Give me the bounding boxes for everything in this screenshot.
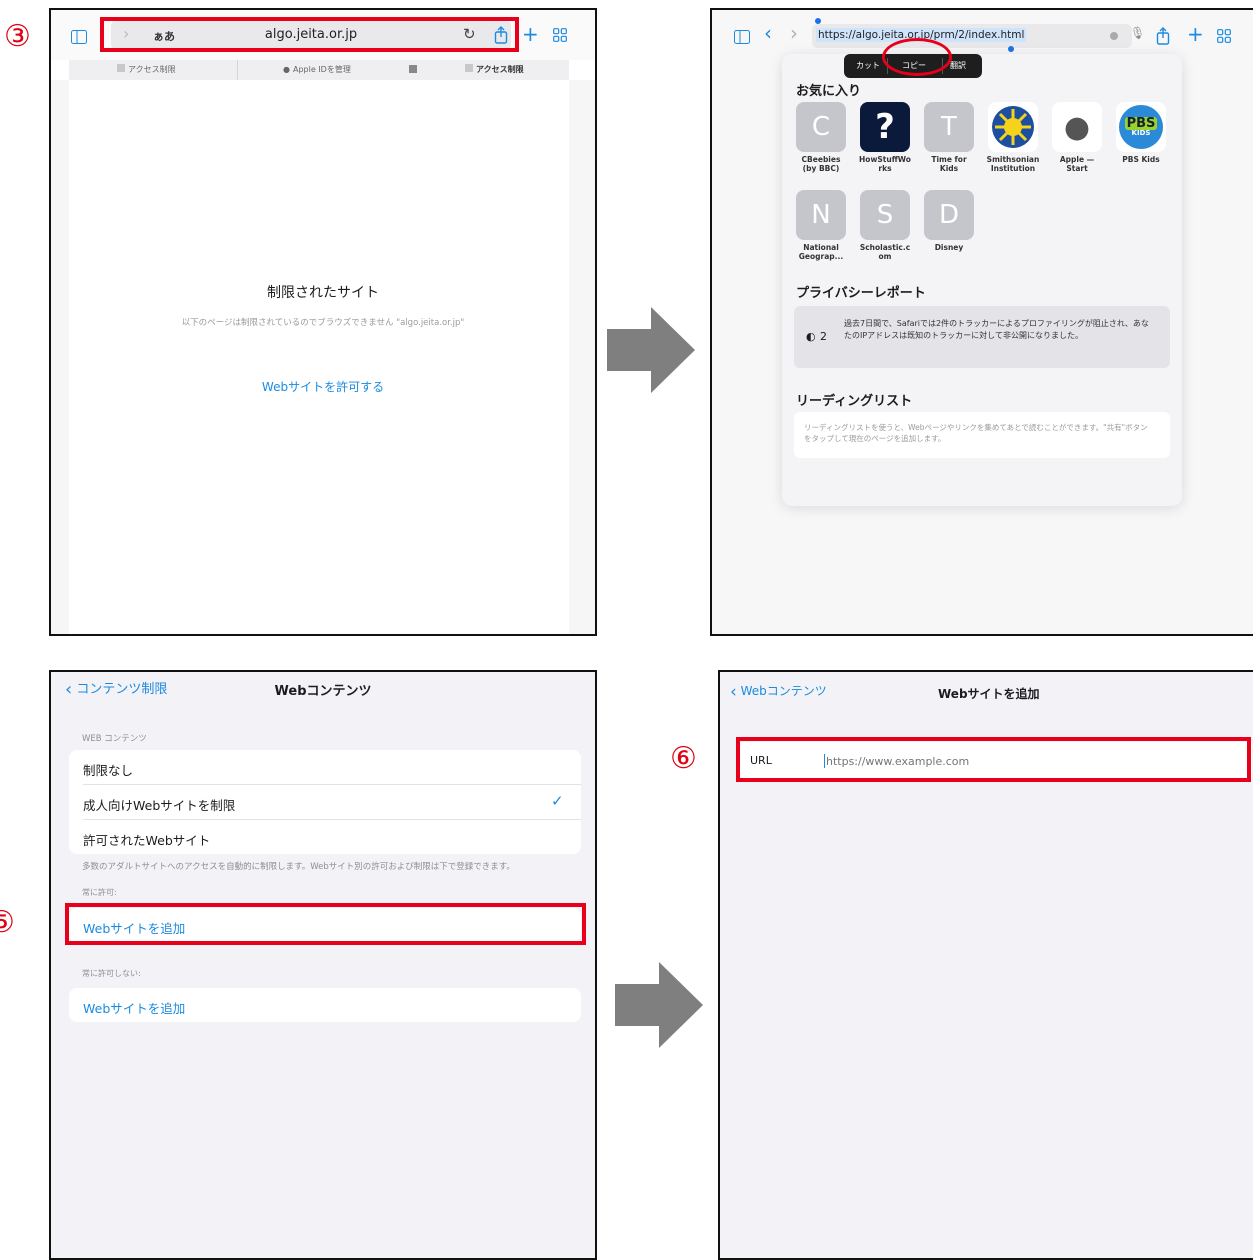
address-field[interactable]: https://algo.jeita.or.jp/prm/2/index.htm… [812, 18, 1132, 52]
bookmark-item[interactable]: アクセス制限 [465, 64, 524, 75]
question-mark-icon: ? [860, 102, 910, 152]
web-content-options: 制限なし 成人向けWebサイトを制限 ✓ 許可されたWebサイト [69, 750, 581, 854]
bookmark-icon [465, 64, 473, 72]
back-icon[interactable]: ‹ [764, 21, 772, 45]
microphone-icon[interactable]: 🎙 [1130, 26, 1145, 40]
favorite-item[interactable]: Smithsonian Institution [987, 102, 1044, 173]
new-tab-icon[interactable]: + [1187, 22, 1204, 46]
restricted-title: 制限されたサイト [267, 285, 379, 301]
cut-menu-item[interactable]: カット [856, 60, 880, 71]
allow-website-link[interactable]: Webサイトを許可する [51, 378, 595, 395]
clear-icon[interactable] [1110, 32, 1118, 40]
new-tab-icon[interactable]: + [522, 22, 539, 46]
translate-menu-item[interactable]: 翻訳 [950, 60, 966, 71]
apple-logo-icon: ● [1052, 102, 1102, 152]
chevron-left-icon: ‹ [730, 682, 737, 702]
reading-list-card[interactable]: リーディングリストを使うと、Webページやリンクを集めてあとで読むことができます… [794, 412, 1170, 458]
tab-overview-icon[interactable] [1217, 29, 1231, 43]
favorite-item[interactable]: C CBeebies (by BBC) [796, 102, 852, 173]
bookmark-icon [117, 64, 125, 72]
selection-handle[interactable] [815, 18, 821, 24]
highlight-copy-circle [882, 38, 952, 76]
option-allowed-only[interactable]: 許可されたWebサイト [83, 830, 210, 849]
bookmarks-bar: アクセス制限 ● Apple IDを管理 アクセス制限 [69, 60, 569, 80]
favorite-label: National Geograp... [798, 243, 844, 261]
favorite-label: Scholastic.c om [859, 243, 911, 261]
favorites-heading: お気に入り [796, 84, 862, 99]
tab-overview-icon[interactable] [553, 28, 567, 42]
sun-icon [988, 102, 1038, 152]
highlight-url-field [736, 737, 1251, 782]
safari-favorites-panel: ‹ › https://algo.jeita.or.jp/prm/2/index… [710, 8, 1253, 636]
tracker-count: 2 [820, 330, 827, 343]
privacy-report-heading: プライバシーレポート [796, 286, 926, 301]
add-website-button[interactable]: Webサイトを追加 [83, 998, 185, 1017]
favorite-label: PBS Kids [1122, 155, 1160, 164]
back-button[interactable]: ‹ Webコンテンツ [730, 682, 827, 702]
restricted-site-panel: › ぁあ algo.jeita.or.jp ↻ + アクセス制限 ● Apple … [49, 8, 597, 636]
option-unrestricted[interactable]: 制限なし [83, 760, 133, 779]
letter-t-icon: T [924, 102, 974, 152]
never-allow-label: 常に許可しない: [82, 969, 141, 978]
reading-list-text: リーディングリストを使うと、Webページやリンクを集めてあとで読むことができます… [804, 423, 1148, 444]
favorite-item[interactable]: ● Apple — Start [1052, 102, 1108, 173]
option-limit-adult[interactable]: 成人向けWebサイトを制限 [83, 795, 235, 814]
favorite-item[interactable]: PBS KIDS PBS Kids [1116, 102, 1172, 165]
favorite-item[interactable]: ? HowStuffWo rks [859, 102, 916, 173]
options-footnote: 多数のアダルトサイトへのアクセスを自動的に制限します。Webサイト別の許可および… [82, 862, 515, 872]
favorite-label: Apple — Start [1059, 155, 1095, 173]
highlight-add-website [65, 903, 586, 945]
letter-n-icon: N [796, 190, 846, 240]
reading-list-heading: リーディングリスト [796, 394, 913, 409]
favorite-label: CBeebies (by BBC) [801, 155, 841, 173]
forward-icon[interactable]: › [790, 21, 798, 45]
right-arrow-icon [607, 307, 695, 393]
page-title: Webサイトを追加 [938, 687, 1040, 701]
checkmark-icon: ✓ [551, 792, 564, 810]
favorite-label: Disney [934, 243, 964, 252]
shield-icon: ◐ [806, 330, 816, 343]
sidebar-icon[interactable] [734, 30, 750, 44]
privacy-report-card[interactable]: ◐ 2 過去7日間で、Safariでは2件のトラッカーによるプロファイリングが阻… [794, 306, 1170, 368]
step-number-6: ⑥ [670, 741, 697, 776]
favorite-label: HowStuffWo rks [859, 155, 911, 173]
web-content-settings-panel: ‹ コンテンツ制限 Webコンテンツ WEB コンテンツ 制限なし 成人向けWe… [49, 670, 597, 1260]
letter-s-icon: S [860, 190, 910, 240]
bookmark-icon[interactable] [409, 65, 417, 73]
favorite-label: Time for Kids [931, 155, 967, 173]
right-arrow-icon [615, 962, 703, 1048]
favorite-item[interactable]: S Scholastic.c om [860, 190, 916, 261]
step-number-3: ③ [4, 19, 31, 54]
favorites-popover: お気に入り C CBeebies (by BBC) ? HowStuffWo r… [782, 54, 1182, 506]
letter-c-icon: C [796, 102, 846, 152]
step-number-5: ⑤ [0, 905, 15, 940]
bookmark-item[interactable]: ● Apple IDを管理 [283, 64, 351, 75]
section-label: WEB コンテンツ [82, 734, 147, 744]
selection-handle[interactable] [1008, 46, 1014, 52]
favorite-item[interactable]: N National Geograp... [796, 190, 852, 261]
highlight-address-bar [100, 17, 519, 52]
favorite-item[interactable]: T Time for Kids [924, 102, 980, 173]
share-icon[interactable] [1156, 27, 1170, 45]
pbs-kids-icon: PBS KIDS [1116, 102, 1166, 152]
page-title: Webコンテンツ [274, 684, 372, 699]
never-allow-add-row[interactable]: Webサイトを追加 [69, 988, 581, 1022]
privacy-report-text: 過去7日間で、Safariでは2件のトラッカーによるプロファイリングが阻止され、… [844, 319, 1149, 340]
favorite-label: Smithsonian Institution [986, 155, 1040, 173]
sidebar-icon[interactable] [71, 30, 87, 44]
apple-logo-icon: ● [283, 65, 290, 74]
favorite-item[interactable]: D Disney [924, 190, 980, 253]
always-allow-label: 常に許可: [82, 888, 117, 897]
restricted-message: 以下のページは制限されているのでブラウズできません "algo.jeita.or… [181, 318, 465, 328]
letter-d-icon: D [924, 190, 974, 240]
bookmark-item[interactable]: アクセス制限 [117, 64, 176, 75]
